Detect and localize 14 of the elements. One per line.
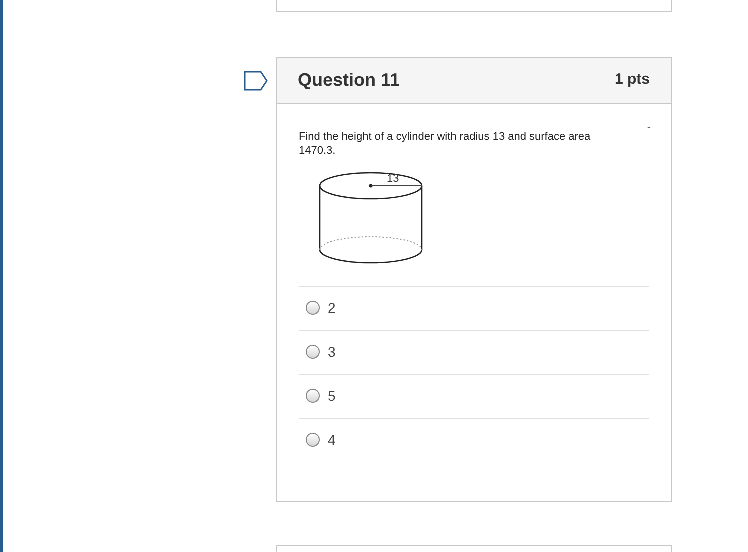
- question-title: Question 11: [298, 68, 400, 92]
- answer-option[interactable]: 2: [299, 286, 649, 330]
- dash-mark: -: [647, 120, 651, 136]
- answer-option[interactable]: 3: [299, 330, 649, 374]
- answer-option[interactable]: 5: [299, 374, 649, 418]
- flag-icon[interactable]: [244, 70, 268, 91]
- answer-option[interactable]: 4: [299, 418, 649, 462]
- points-label: 1 pts: [614, 70, 650, 90]
- radio-button[interactable]: [306, 301, 320, 316]
- radio-button[interactable]: [306, 345, 320, 360]
- question-text: Find the height of a cylinder with radius 13 and surface area 1470.3.: [299, 130, 592, 158]
- cylinder-drawing: 13: [319, 170, 427, 266]
- radio-button[interactable]: [306, 389, 320, 404]
- radio-button[interactable]: [306, 433, 320, 448]
